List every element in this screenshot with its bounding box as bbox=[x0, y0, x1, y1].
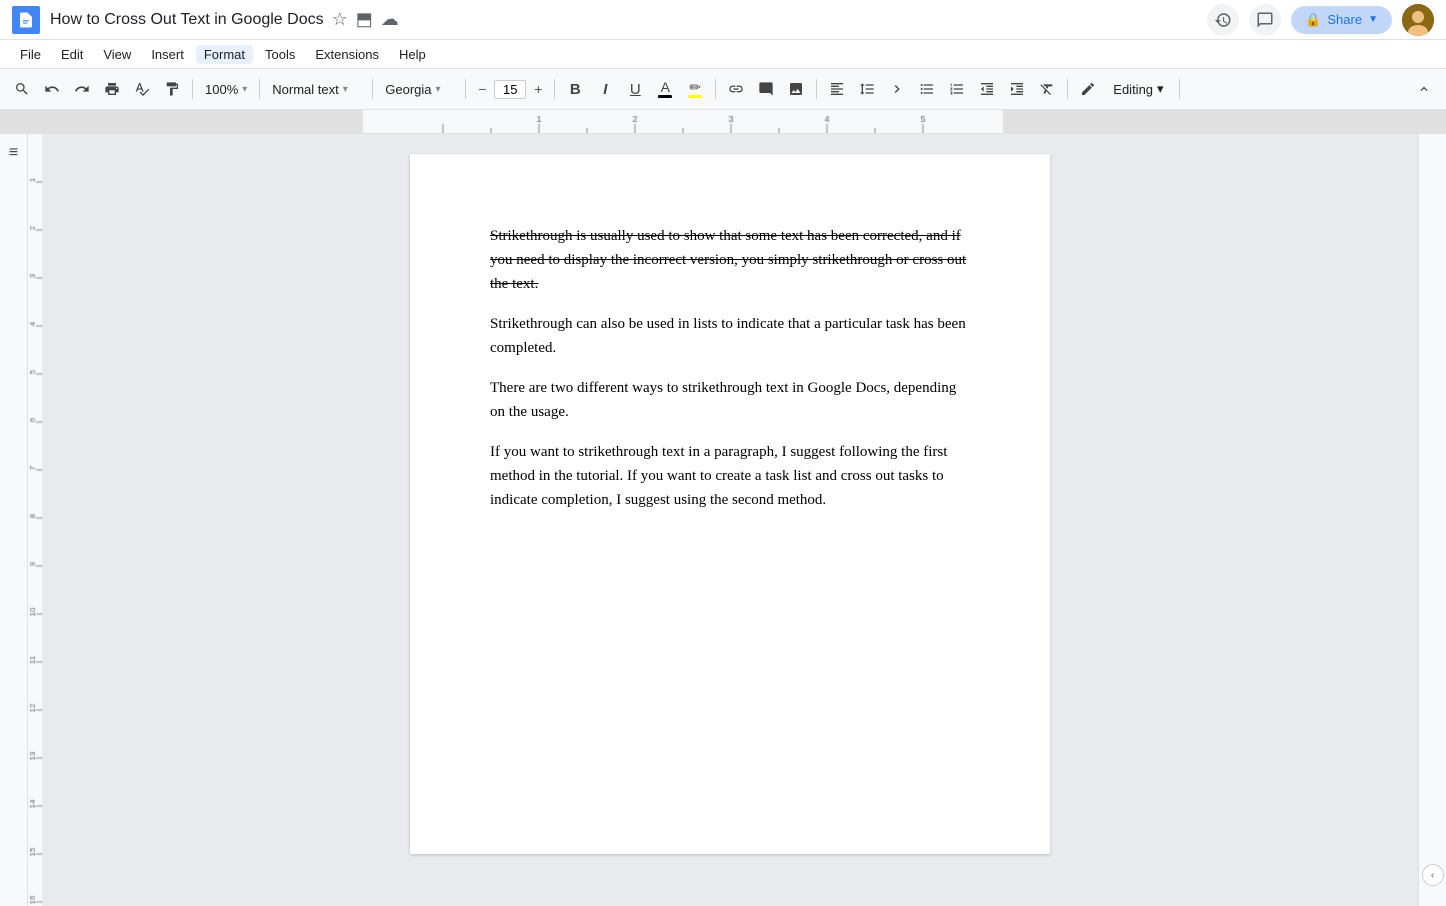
line-spacing-button[interactable] bbox=[853, 75, 881, 103]
ruler bbox=[0, 110, 1446, 134]
highlight-color-indicator bbox=[688, 95, 702, 98]
undo-button[interactable] bbox=[38, 75, 66, 103]
document-page: Strikethrough is usually used to show th… bbox=[410, 154, 1050, 854]
share-button[interactable]: 🔒 Share ▼ bbox=[1291, 6, 1392, 34]
right-sidebar: ‹ bbox=[1418, 134, 1446, 906]
bullet-list-button[interactable] bbox=[913, 75, 941, 103]
font-family-label: Georgia bbox=[385, 82, 431, 97]
folder-icon[interactable]: ⬒ bbox=[356, 9, 373, 30]
separator-6 bbox=[715, 79, 716, 99]
comment-button[interactable] bbox=[752, 75, 780, 103]
paint-format-button[interactable] bbox=[158, 75, 186, 103]
editing-chevron-icon: ▾ bbox=[1157, 81, 1164, 97]
style-dropdown[interactable]: Normal text ▾ bbox=[266, 80, 366, 99]
menu-help[interactable]: Help bbox=[391, 45, 434, 64]
star-icon[interactable]: ☆ bbox=[332, 9, 348, 30]
paragraph-3: There are two different ways to striketh… bbox=[490, 376, 970, 424]
font-size-input[interactable] bbox=[494, 80, 526, 99]
menu-format[interactable]: Format bbox=[196, 45, 253, 64]
style-label: Normal text bbox=[272, 82, 338, 97]
redo-button[interactable] bbox=[68, 75, 96, 103]
document-area[interactable]: Strikethrough is usually used to show th… bbox=[42, 134, 1418, 906]
font-chevron-icon: ▾ bbox=[436, 84, 441, 95]
menu-extensions[interactable]: Extensions bbox=[307, 45, 387, 64]
vertical-ruler bbox=[28, 134, 42, 906]
text-color-indicator bbox=[658, 95, 672, 98]
style-chevron-icon: ▾ bbox=[343, 84, 348, 95]
decrease-font-size-button[interactable]: − bbox=[472, 79, 492, 99]
text-color-button[interactable]: A bbox=[651, 75, 679, 103]
cloud-icon[interactable]: ☁ bbox=[381, 9, 399, 30]
underline-button[interactable]: U bbox=[621, 75, 649, 103]
separator-2 bbox=[259, 79, 260, 99]
checklist-button[interactable] bbox=[883, 75, 911, 103]
history-button[interactable] bbox=[1207, 4, 1239, 36]
zoom-dropdown[interactable]: 100% ▾ bbox=[199, 80, 253, 99]
increase-font-size-button[interactable]: + bbox=[528, 79, 548, 99]
menu-bar: File Edit View Insert Format Tools Exten… bbox=[0, 40, 1446, 68]
editing-mode-dropdown[interactable]: Editing ▾ bbox=[1104, 78, 1172, 100]
user-avatar[interactable] bbox=[1402, 4, 1434, 36]
italic-button[interactable]: I bbox=[591, 75, 619, 103]
menu-view[interactable]: View bbox=[95, 45, 139, 64]
highlight-icon: ✏ bbox=[689, 80, 701, 94]
zoom-chevron-icon: ▾ bbox=[242, 84, 247, 95]
paragraph-1: Strikethrough is usually used to show th… bbox=[490, 224, 970, 296]
indent-increase-button[interactable] bbox=[1003, 75, 1031, 103]
spellcheck-button[interactable] bbox=[128, 75, 156, 103]
menu-insert[interactable]: Insert bbox=[143, 45, 192, 64]
share-label: Share bbox=[1327, 12, 1362, 27]
share-chevron-icon: ▼ bbox=[1368, 14, 1378, 25]
separator-4 bbox=[465, 79, 466, 99]
separator-5 bbox=[554, 79, 555, 99]
align-button[interactable] bbox=[823, 75, 851, 103]
chat-button[interactable] bbox=[1249, 4, 1281, 36]
title-bar: How to Cross Out Text in Google Docs ☆ ⬒… bbox=[0, 0, 1446, 40]
collapse-right-sidebar-button[interactable]: ‹ bbox=[1422, 864, 1444, 886]
separator-1 bbox=[192, 79, 193, 99]
menu-file[interactable]: File bbox=[12, 45, 49, 64]
lock-icon: 🔒 bbox=[1305, 12, 1321, 28]
right-controls: 🔒 Share ▼ bbox=[1207, 4, 1434, 36]
text-color-label: A bbox=[661, 80, 670, 94]
paragraph-2: Strikethrough can also be used in lists … bbox=[490, 312, 970, 360]
toolbar: 100% ▾ Normal text ▾ Georgia ▾ − + B I U… bbox=[0, 68, 1446, 110]
separator-3 bbox=[372, 79, 373, 99]
left-sidebar: ≡ bbox=[0, 134, 28, 906]
clear-formatting-button[interactable] bbox=[1033, 75, 1061, 103]
font-family-dropdown[interactable]: Georgia ▾ bbox=[379, 80, 459, 99]
editing-label: Editing bbox=[1113, 82, 1153, 97]
pencil-button[interactable] bbox=[1074, 75, 1102, 103]
print-button[interactable] bbox=[98, 75, 126, 103]
search-button[interactable] bbox=[8, 75, 36, 103]
link-button[interactable] bbox=[722, 75, 750, 103]
separator-8 bbox=[1067, 79, 1068, 99]
separator-9 bbox=[1179, 79, 1180, 99]
google-docs-icon bbox=[12, 6, 40, 34]
numbered-list-button[interactable] bbox=[943, 75, 971, 103]
zoom-level: 100% bbox=[205, 82, 238, 97]
indent-decrease-button[interactable] bbox=[973, 75, 1001, 103]
outline-icon[interactable]: ≡ bbox=[9, 144, 18, 162]
content-area: ≡ Strikethrough is usually used to show … bbox=[0, 134, 1446, 906]
menu-tools[interactable]: Tools bbox=[257, 45, 303, 64]
paragraph-4: If you want to strikethrough text in a p… bbox=[490, 440, 970, 512]
menu-edit[interactable]: Edit bbox=[53, 45, 91, 64]
title-action-icons: ☆ ⬒ ☁ bbox=[332, 9, 399, 30]
collapse-toolbar-button[interactable] bbox=[1410, 75, 1438, 103]
bold-button[interactable]: B bbox=[561, 75, 589, 103]
separator-7 bbox=[816, 79, 817, 99]
highlight-color-button[interactable]: ✏ bbox=[681, 75, 709, 103]
image-button[interactable] bbox=[782, 75, 810, 103]
document-title: How to Cross Out Text in Google Docs bbox=[50, 11, 324, 29]
font-size-control: − + bbox=[472, 79, 548, 99]
